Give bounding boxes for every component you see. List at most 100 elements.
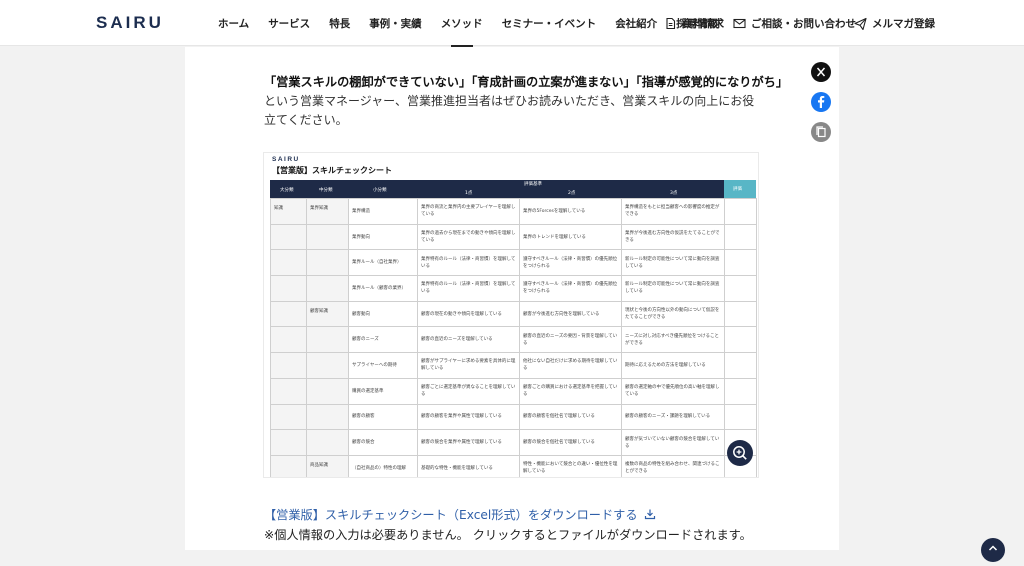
cell-score3: 現状と今後の方向性以外の動向について仮説をたてることができる <box>621 300 725 328</box>
cell-small-category: 業界構造 <box>348 198 418 225</box>
cell-score2: 特性・機能において競合との違い・優位性を理解している <box>519 454 622 477</box>
cell-score2: 顧客が今後進む方向性を理解している <box>519 300 622 328</box>
cell-score3: 新ルール制定の可能性について常に動向を調査している <box>621 249 725 277</box>
sheet-title: 【営業版】スキルチェックシート <box>272 166 392 175</box>
cell-score1: 顧客がサプライヤーに求める要素を具体的に理解している <box>417 352 520 379</box>
cell-memo <box>724 198 757 225</box>
cell-memo <box>724 326 757 354</box>
cell-large-category <box>270 300 307 328</box>
cell-score1: 顧客の現在の動きや傾向を理解している <box>417 300 520 328</box>
cell-score2: 業界の5Forcesを理解している <box>519 198 622 225</box>
cell-score3: 顧客の選定軸の中で優先順位の高い軸を理解している <box>621 377 725 405</box>
cell-score2: 遵守すべきルール（法律・商習慣）の優先順位をつけられる <box>519 275 622 302</box>
cell-mid-category: 業界知識 <box>306 198 349 225</box>
cell-mid-category <box>306 326 349 354</box>
cell-large-category: 知識 <box>270 198 307 225</box>
cell-large-category <box>270 454 307 477</box>
header-memo: 評価 <box>733 187 742 192</box>
table-row: 顧客のニーズ 顧客の直近のニーズを理解している 顧客の直近のニーズの要因・背景を理解… <box>270 326 757 354</box>
cell-score3: 期待に応えるための方法を理解している <box>621 352 725 379</box>
cell-memo <box>724 300 757 328</box>
cell-score2: 顧客の競合を個社名で理解している <box>519 429 622 456</box>
mail-icon <box>733 18 746 29</box>
cell-mid-category: 商品知識 <box>306 454 349 477</box>
cell-large-category <box>270 352 307 379</box>
nav-features[interactable]: 特長 <box>329 16 350 31</box>
lead-bold-text: 「営業スキルの棚卸ができていない」「育成計画の立案が進まない」「指導が感覚的にな… <box>264 75 789 89</box>
cell-large-category <box>270 275 307 302</box>
cell-large-category <box>270 403 307 431</box>
nav-services[interactable]: サービス <box>268 16 310 31</box>
nav-cases[interactable]: 事例・実績 <box>369 16 422 31</box>
share-x-button[interactable] <box>811 62 831 82</box>
nav-seminars[interactable]: セミナー・イベント <box>502 16 597 31</box>
nav-company[interactable]: 会社紹介 <box>615 16 657 31</box>
header-score3: 3点 <box>670 191 678 196</box>
cell-score3: 業界構造をもとに担当顧客への影響度の推定ができる <box>621 198 725 225</box>
skill-sheet-preview[interactable]: SAIRU 【営業版】スキルチェックシート 大分類 中分類 小分類 評価基準 1… <box>263 152 759 478</box>
cell-score2: 他社にない自社だけに求める期待を理解している <box>519 352 622 379</box>
header-score1: 1点 <box>465 191 473 196</box>
download-note: ※個人情報の入力は必要ありません。 クリックするとファイルがダウンロードされます… <box>264 528 752 542</box>
cell-large-category <box>270 249 307 277</box>
cell-score3: 顧客の顧客のニーズ・課題を理解している <box>621 403 725 431</box>
cell-mid-category <box>306 377 349 405</box>
header-score2: 2点 <box>568 191 576 196</box>
nav-method[interactable]: メソッド <box>441 16 483 47</box>
sheet-logo: SAIRU <box>272 156 300 163</box>
cell-score2: 遵守すべきルール（法律・商習慣）の優先順位をつけられる <box>519 249 622 277</box>
cell-score1: 顧客の顧客を業界や属性で理解している <box>417 403 520 431</box>
cell-score1: 顧客の競合を業界や属性で理解している <box>417 429 520 456</box>
cell-score3: ニーズに対し対応すべき優先順位をつけることができる <box>621 326 725 354</box>
table-row: 業界動向 業界の過去から現在までの動きや傾向を理解している 業界のトレンドを理解して… <box>270 223 757 251</box>
cell-score1: 業界特有のルール（法律・商習慣）を理解している <box>417 275 520 302</box>
table-row: 知識 業界知識 業界構造 業界の商流と業界内の主要プレイヤーを理解している 業界の5Fo… <box>270 198 757 225</box>
table-row: 購買の選定基準 顧客ごとに選定基準が異なることを理解している 顧客ごとの購買における… <box>270 377 757 405</box>
table-row: 業界ルール（自社業界） 業界特有のルール（法律・商習慣）を理解している 遵守すべきル… <box>270 249 757 277</box>
main-nav: ホーム サービス 特長 事例・実績 メソッド セミナー・イベント 会社紹介 採用… <box>218 16 737 47</box>
site-header: SAIRU ホーム サービス 特長 事例・実績 メソッド セミナー・イベント 会… <box>0 0 1024 47</box>
lead-text: という営業マネージャー、営業推進担当者はぜひお読みいただき、営業スキルの向上にお… <box>264 94 755 127</box>
cell-small-category: 顧客のニーズ <box>348 326 418 354</box>
cell-score3: 顧客が気づいていない顧客の競合を理解している <box>621 429 725 456</box>
paper-plane-icon <box>854 17 867 30</box>
table-row: サプライヤーへの期待 顧客がサプライヤーに求める要素を具体的に理解している 他社にな… <box>270 352 757 379</box>
cell-score1: 業界の過去から現在までの動きや傾向を理解している <box>417 223 520 251</box>
download-icon <box>644 509 655 520</box>
facebook-icon <box>818 96 825 108</box>
x-logo-icon <box>816 67 826 77</box>
table-row: 顧客の顧客 顧客の顧客を業界や属性で理解している 顧客の顧客を個社名で理解している顧… <box>270 403 757 431</box>
table-row: 顧客の競合 顧客の競合を業界や属性で理解している 顧客の競合を個社名で理解している顧… <box>270 429 757 456</box>
copy-link-button[interactable] <box>811 122 831 142</box>
cell-mid-category <box>306 275 349 302</box>
cell-score3: 業界が今後進む方向性の仮説をたてることができる <box>621 223 725 251</box>
zoom-button[interactable] <box>727 440 753 466</box>
cell-mid-category <box>306 403 349 431</box>
cell-small-category: 業界ルール（自社業界） <box>348 249 418 277</box>
back-to-top-button[interactable] <box>981 538 1005 562</box>
header-criteria: 評価基準 <box>524 182 542 187</box>
cell-large-category <box>270 377 307 405</box>
cell-memo <box>724 403 757 431</box>
site-logo[interactable]: SAIRU <box>96 13 164 33</box>
cell-small-category: 顧客の顧客 <box>348 403 418 431</box>
copy-icon <box>816 126 826 138</box>
cell-score1: 顧客ごとに選定基準が異なることを理解している <box>417 377 520 405</box>
header-large: 大分類 <box>280 188 294 193</box>
cell-memo <box>724 275 757 302</box>
newsletter-link[interactable]: メルマガ登録 <box>854 16 935 31</box>
cell-mid-category <box>306 249 349 277</box>
table-row: 商品知識 （自社商品の）特性の理解 基礎的な特性・機能を理解している 特性・機能におい… <box>270 454 757 477</box>
cell-score2: 業界のトレンドを理解している <box>519 223 622 251</box>
download-link-label: 【営業版】スキルチェックシート（Excel形式）をダウンロードする <box>264 508 638 522</box>
nav-home[interactable]: ホーム <box>218 16 249 31</box>
share-facebook-button[interactable] <box>811 92 831 112</box>
docs-request-link[interactable]: 資料請求 <box>664 16 724 31</box>
contact-link[interactable]: ご相談・お問い合わせ <box>733 16 856 31</box>
cell-score3: 複数の商品の特性を組み合わせ、関連づけることができる <box>621 454 725 477</box>
cell-small-category: 業界動向 <box>348 223 418 251</box>
download-link[interactable]: 【営業版】スキルチェックシート（Excel形式）をダウンロードする <box>264 505 656 523</box>
docs-request-label: 資料請求 <box>682 18 724 30</box>
newsletter-label: メルマガ登録 <box>872 18 935 30</box>
cell-large-category <box>270 326 307 354</box>
